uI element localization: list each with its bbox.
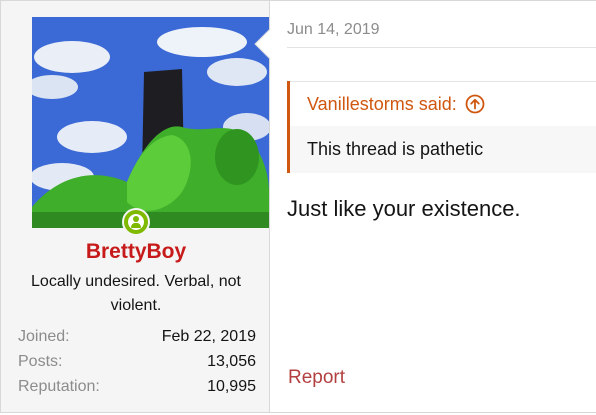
quote-block: Vanillestorms said: This thread is pathe… bbox=[287, 81, 596, 173]
divider bbox=[0, 412, 596, 413]
avatar[interactable] bbox=[32, 17, 269, 228]
quote-author: Vanillestorms said: bbox=[307, 93, 457, 114]
post-message: Just like your existence. bbox=[287, 196, 521, 221]
forum-post: BrettyBoy Locally undesired. Verbal, not… bbox=[0, 0, 596, 415]
post-content: Jun 14, 2019 Vanillestorms said: This th… bbox=[271, 1, 596, 412]
stat-value: Feb 22, 2019 bbox=[161, 328, 256, 345]
divider bbox=[287, 47, 596, 48]
user-info-panel: BrettyBoy Locally undesired. Verbal, not… bbox=[0, 1, 270, 412]
quote-header[interactable]: Vanillestorms said: bbox=[290, 81, 596, 126]
stat-label: Joined: bbox=[18, 328, 70, 345]
stat-label: Reputation: bbox=[18, 378, 100, 395]
user-title: Locally undesired. Verbal, not violent. bbox=[31, 273, 241, 314]
arrow-up-circle-icon[interactable] bbox=[465, 94, 485, 114]
post-date-link[interactable]: Jun 14, 2019 bbox=[287, 21, 380, 39]
quote-text: This thread is pathetic bbox=[307, 139, 484, 159]
stat-joined: Joined: Feb 22, 2019 bbox=[18, 324, 256, 349]
stat-posts: Posts: 13,056 bbox=[18, 349, 256, 374]
report-link[interactable]: Report bbox=[288, 367, 345, 389]
online-status-icon bbox=[122, 208, 150, 236]
stat-label: Posts: bbox=[18, 353, 63, 370]
stat-value: 10,995 bbox=[207, 378, 256, 395]
stat-reputation: Reputation: 10,995 bbox=[18, 374, 256, 399]
stat-value[interactable]: 13,056 bbox=[207, 349, 256, 374]
username-link[interactable]: BrettyBoy bbox=[1, 240, 271, 264]
user-stats: Joined: Feb 22, 2019 Posts: 13,056 Reput… bbox=[18, 324, 256, 399]
